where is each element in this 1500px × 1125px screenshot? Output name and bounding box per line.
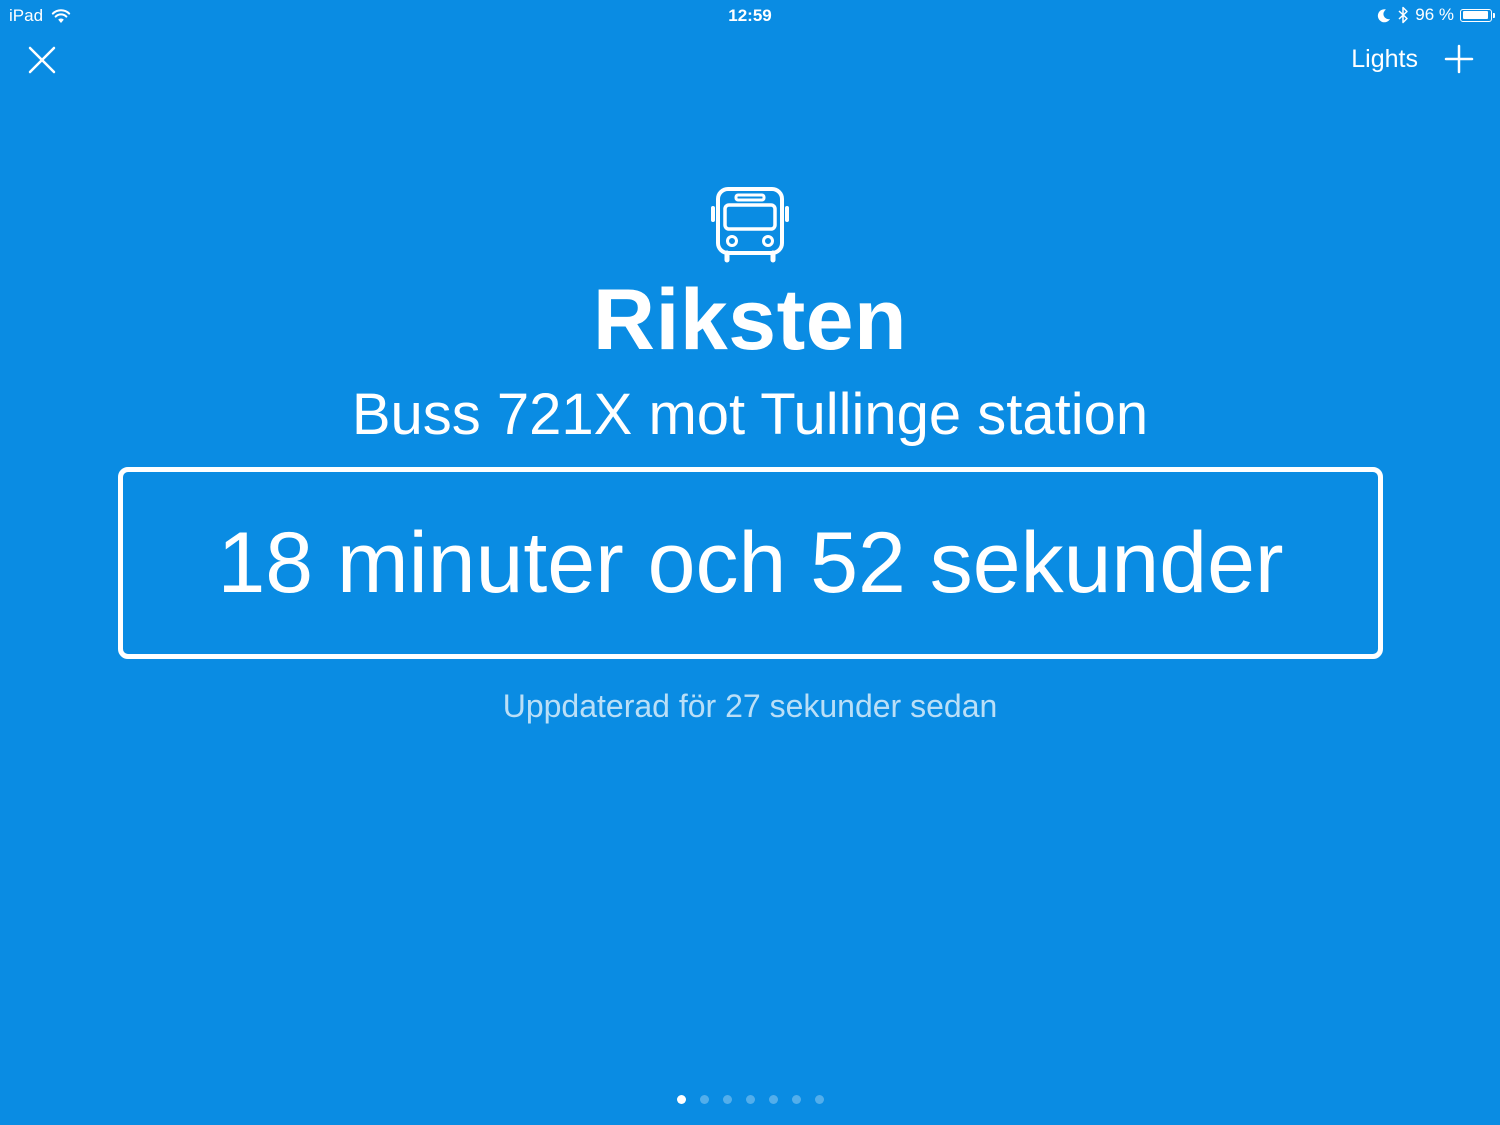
close-button[interactable] <box>26 44 58 76</box>
status-bar: iPad 12:59 96 % <box>0 0 1500 32</box>
bus-icon <box>711 187 789 263</box>
page-dot[interactable] <box>768 1095 778 1104</box>
page-indicator[interactable] <box>0 1095 1500 1104</box>
status-right: 96 % <box>1377 5 1495 25</box>
plus-icon <box>1444 44 1474 74</box>
countdown-text: 18 minuter och 52 sekunder <box>217 515 1284 611</box>
route-description: Buss 721X mot Tullinge station <box>351 382 1149 447</box>
lights-button[interactable]: Lights <box>1351 45 1418 74</box>
page-dot[interactable] <box>814 1095 824 1104</box>
page-dot[interactable] <box>676 1095 686 1104</box>
status-time: 12:59 <box>728 6 772 25</box>
battery-percent: 96 % <box>1415 5 1454 24</box>
battery-level <box>1462 11 1489 19</box>
top-actions: Lights <box>1351 44 1474 74</box>
bluetooth-icon <box>1398 6 1408 24</box>
updated-text: Uppdaterad för 27 sekunder sedan <box>502 688 998 724</box>
battery-cap <box>1493 12 1495 18</box>
countdown-box: 18 minuter och 52 sekunder <box>118 467 1383 659</box>
page-dot[interactable] <box>791 1095 801 1104</box>
page-dot[interactable] <box>745 1095 755 1104</box>
stop-name: Riksten <box>592 272 908 368</box>
page-dot[interactable] <box>699 1095 709 1104</box>
page-dot[interactable] <box>722 1095 732 1104</box>
battery-icon <box>1460 8 1495 22</box>
add-button[interactable] <box>1444 44 1474 74</box>
moon-icon <box>1378 8 1391 22</box>
close-icon <box>28 46 56 74</box>
